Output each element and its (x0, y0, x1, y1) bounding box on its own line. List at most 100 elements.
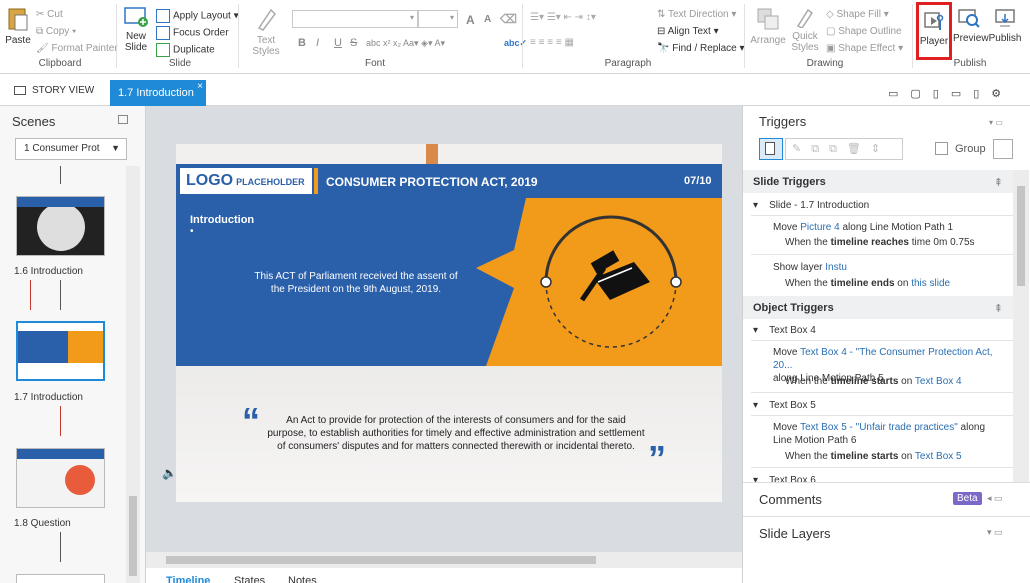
device-preview-icons[interactable]: ▭▢▯▭▯⚙ (888, 87, 1013, 100)
divider (751, 254, 1013, 255)
object-trigger-group[interactable]: ▾ Text Box 5 (753, 399, 816, 412)
collapse-icon[interactable]: ⇞ (994, 176, 1003, 189)
align-buttons[interactable]: ≡ ≡ ≡ ≡ ▦ (530, 37, 574, 48)
connector-line (60, 280, 61, 310)
scene-thumbnail-next[interactable] (16, 574, 105, 583)
shrink-font-button[interactable]: A (484, 14, 491, 25)
group-checkbox[interactable] (935, 142, 948, 155)
scrollbar-thumb[interactable] (129, 496, 137, 576)
divider (751, 215, 1013, 216)
paragraph-group-label: Paragraph (604, 58, 652, 69)
separator (744, 4, 745, 68)
clear-format-icon[interactable]: ⌫ (500, 12, 517, 26)
speaker-icon[interactable]: 🔈 (162, 466, 177, 480)
font-group-label: Font (364, 58, 385, 69)
tab-states[interactable]: States (234, 575, 265, 583)
trigger-item[interactable]: Show layer Instu (773, 261, 847, 274)
connector-line (30, 280, 31, 310)
arrange-button[interactable]: Arrange (750, 6, 786, 46)
align-text-button[interactable]: ⊟ Align Text ▾ (657, 26, 719, 37)
grow-font-button[interactable]: A (466, 13, 475, 27)
italic-button[interactable]: I (316, 37, 319, 49)
find-replace-button[interactable]: 🔭 Find / Replace ▾ (657, 43, 745, 54)
trigger-item[interactable]: Move Picture 4 along Line Motion Path 1 (773, 221, 953, 234)
list-buttons[interactable]: ☰▾ ☰▾ ⇤ ⇥ ↕▾ (530, 12, 596, 23)
quote-text: An Act to provide for protection of the … (267, 415, 645, 452)
focus-order-icon (156, 26, 170, 40)
publish-button[interactable]: Publish (988, 6, 1022, 44)
panel-pin-icon[interactable] (118, 115, 128, 124)
new-trigger-button[interactable] (759, 138, 783, 160)
connector-line (60, 166, 61, 184)
underline-button[interactable]: U (334, 37, 342, 49)
tab-notes[interactable]: Notes (288, 575, 317, 583)
slide[interactable]: LOGO PLACEHOLDER CONSUMER PROTECTION ACT… (176, 144, 722, 502)
text-direction-button[interactable]: ⇅ Text Direction ▾ (657, 9, 736, 20)
scene-thumbnail-1-7[interactable] (16, 321, 105, 381)
object-trigger-group[interactable]: ▾ Text Box 4 (753, 324, 816, 337)
trigger-condition: When the timeline ends on this slide (785, 278, 951, 289)
canvas-scrollbar[interactable] (146, 552, 742, 568)
slide-group-label: Slide (168, 58, 192, 69)
strikethrough-button[interactable]: S (350, 37, 357, 49)
cut-button[interactable]: ✂ Cut (36, 9, 63, 20)
trigger-list: Slide Triggers ⇞ ▾ Slide - 1.7 Introducti… (743, 170, 1013, 490)
shape-effect-button[interactable]: ▣ Shape Effect ▾ (826, 43, 903, 54)
scenes-scrollbar[interactable] (126, 166, 140, 583)
drawing-group-label: Drawing (806, 58, 844, 69)
new-slide-icon (124, 7, 148, 27)
scene-label: 1.7 Introduction (14, 392, 83, 403)
page-number: 07/10 (684, 175, 712, 187)
gavel-icon (579, 250, 650, 302)
panel-menu-icons[interactable]: ▾ ▭ (989, 118, 1003, 127)
shape-outline-button[interactable]: ▢ Shape Outline (826, 26, 902, 37)
quick-styles-button[interactable]: Quick Styles (788, 6, 822, 53)
close-icon[interactable]: × (197, 81, 203, 92)
trigger-settings-icon[interactable] (993, 139, 1013, 159)
connector-line (60, 406, 61, 436)
tab-slide-active[interactable]: 1.7 Introduction × (110, 80, 206, 106)
duplicate-button[interactable]: Duplicate (156, 43, 215, 57)
bold-button[interactable]: B (298, 37, 306, 49)
text-styles-button[interactable]: Text Styles (243, 6, 289, 57)
panel-menu-icons[interactable]: ◂ ▭ (987, 493, 1003, 504)
comments-panel-header[interactable]: Comments Beta ◂ ▭ (743, 482, 1030, 516)
scrollbar-thumb[interactable] (166, 556, 596, 564)
apply-layout-button[interactable]: Apply Layout ▾ (156, 9, 239, 23)
font-size-select[interactable]: ▾ (418, 10, 458, 28)
tab-timeline[interactable]: Timeline (166, 575, 210, 583)
new-trigger-icon (765, 142, 775, 155)
spell-check-icon[interactable]: abc✓ (504, 38, 527, 49)
chevron-down-icon: ▾ (409, 13, 414, 22)
shape-fill-button[interactable]: ◇ Shape Fill ▾ (826, 9, 889, 20)
paste-button[interactable]: Paste (4, 6, 32, 46)
layout-icon (156, 9, 170, 23)
scene-selector[interactable]: 1 Consumer Prot ▼ (15, 138, 127, 160)
triggers-panel: Triggers ▾ ▭ ✎⧉⧉🗑⇕ Group Slide Triggers ⇞… (742, 106, 1030, 583)
preview-button[interactable]: Preview (953, 6, 989, 44)
background-object (426, 144, 438, 164)
new-slide-button[interactable]: New Slide (120, 6, 152, 53)
font-family-select[interactable]: ▾ (292, 10, 418, 28)
tab-story-view[interactable]: STORY VIEW (14, 85, 94, 96)
slide-layers-panel-header[interactable]: Slide Layers ▾ ▭ (743, 516, 1030, 550)
font-format-icons[interactable]: abc x² x₂ Aa▾ ◈▾ A▾ (366, 38, 445, 49)
format-painter-button[interactable]: 🖌 Format Painter (36, 43, 118, 54)
copy-button[interactable]: ⧉ Copy ▾ (36, 26, 76, 37)
scenes-panel: Scenes 1 Consumer Prot ▼ 1.6 Introductio… (0, 106, 146, 583)
duplicate-icon (156, 43, 170, 57)
binoculars-icon: 🔭 (657, 43, 670, 54)
player-button[interactable]: Player (916, 2, 952, 60)
panel-menu-icons[interactable]: ▾ ▭ (987, 527, 1003, 538)
collapse-icon[interactable]: ⇞ (994, 302, 1003, 315)
slide-trigger-group[interactable]: ▾ Slide - 1.7 Introduction (753, 199, 869, 212)
scrollbar-thumb[interactable] (1017, 186, 1025, 286)
scene-thumbnail-1-8[interactable] (16, 448, 105, 508)
trigger-toolbar-buttons[interactable]: ✎⧉⧉🗑⇕ (785, 138, 903, 160)
triggers-scrollbar[interactable] (1013, 170, 1029, 490)
trigger-item[interactable]: Move Text Box 5 - "Unfair trade practice… (773, 421, 1009, 447)
scene-thumbnail-1-6[interactable] (16, 196, 105, 256)
chevron-down-icon: ▼ (111, 143, 120, 153)
view-tabbar: STORY VIEW 1.7 Introduction × ▭▢▯▭▯⚙ (0, 80, 1030, 106)
focus-order-button[interactable]: Focus Order (156, 26, 229, 40)
